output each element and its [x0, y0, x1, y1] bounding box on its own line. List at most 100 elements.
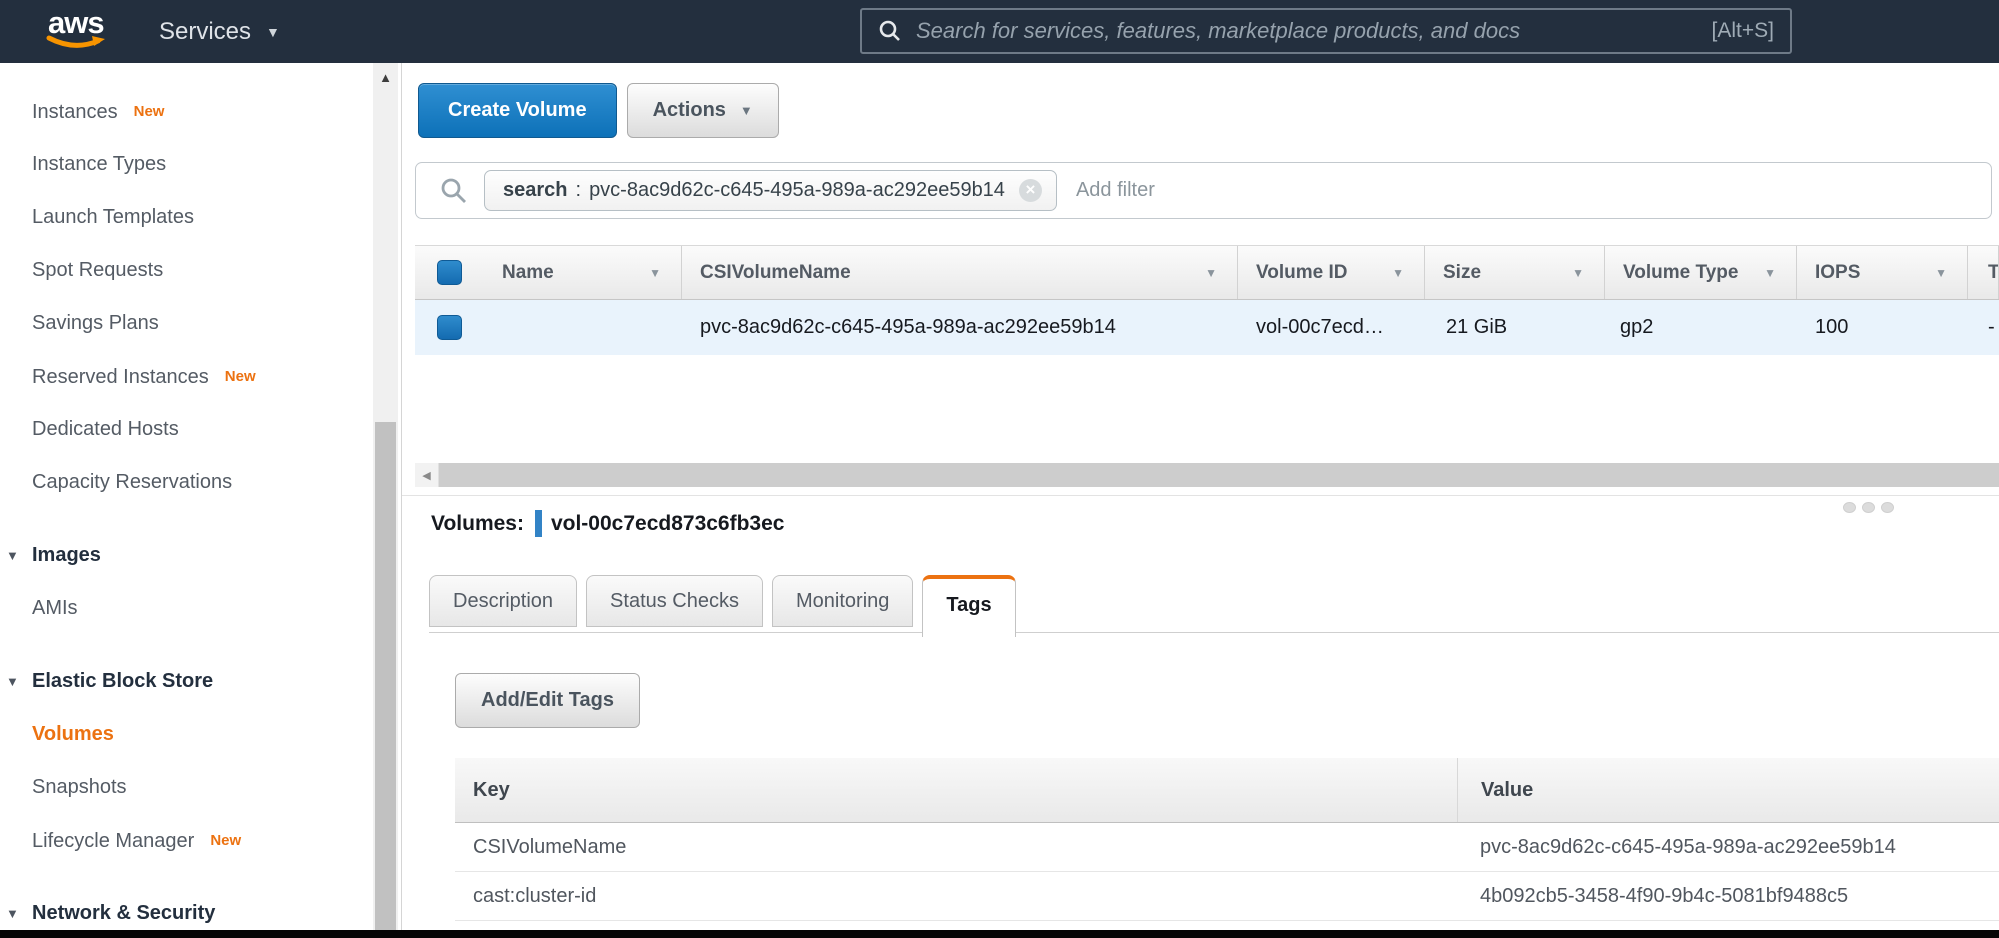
new-badge: New [134, 103, 165, 120]
tag-row: cast:cluster-id 4b092cb5-3458-4f90-9b4c-… [455, 872, 1999, 921]
detail-tab[interactable]: Status Checks [586, 575, 763, 627]
sidebar-item[interactable]: ▼ Savings Plans [0, 297, 401, 350]
sidebar-item[interactable]: ▼ Dedicated Hosts [0, 403, 401, 456]
sidebar-item[interactable]: ▼ Capacity Reservations [0, 456, 401, 509]
add-filter-button[interactable]: Add filter [1076, 179, 1155, 202]
column-header[interactable]: T ▼ [1968, 246, 1999, 299]
sort-arrow-icon[interactable]: ▼ [1572, 266, 1584, 280]
create-volume-label: Create Volume [448, 99, 587, 122]
services-menu[interactable]: Services ▼ [159, 0, 280, 63]
volumes-table: Name ▼ CSIVolumeName ▼ Volume ID ▼ [415, 245, 1999, 355]
sidebar-item-label: Volumes [32, 723, 114, 745]
section-caret-down-icon: ▼ [6, 529, 19, 582]
filter-tag-name: search [503, 179, 568, 202]
sidebar-item-label: AMIs [32, 597, 78, 619]
cell-volume-id: vol-00c7ecd… [1238, 300, 1425, 355]
sidebar-scrollbar-thumb[interactable] [375, 422, 396, 930]
create-volume-button[interactable]: Create Volume [418, 83, 617, 138]
sidebar-scrollbar[interactable]: ▲ [373, 63, 398, 930]
scroll-left-button[interactable]: ◀ [415, 463, 439, 487]
horizontal-scrollbar-thumb[interactable] [439, 463, 1999, 487]
sidebar-item[interactable]: ▼ Reserved InstancesNew [0, 350, 401, 403]
pane-resize-handle[interactable] [1837, 502, 1894, 513]
row-checkbox[interactable] [437, 315, 462, 340]
sort-arrow-icon[interactable]: ▼ [1935, 266, 1947, 280]
sort-arrow-icon[interactable]: ▼ [649, 266, 661, 280]
scroll-up-button[interactable]: ▲ [373, 65, 398, 91]
detail-title-label: Volumes: [431, 512, 524, 536]
volumes-table-header: Name ▼ CSIVolumeName ▼ Volume ID ▼ [415, 245, 1999, 300]
aws-logo-text: aws [48, 8, 108, 38]
filter-tag-separator: : [576, 179, 582, 202]
column-header[interactable]: CSIVolumeName ▼ [682, 246, 1238, 299]
search-filter-tag[interactable]: search : pvc-8ac9d62c-c645-495a-989a-ac2… [484, 170, 1057, 211]
aws-logo[interactable]: aws [48, 8, 108, 54]
detail-pane-header: Volumes: vol-00c7ecd873c6fb3ec [431, 510, 784, 537]
sidebar-item[interactable]: ▼ AMIs [0, 582, 401, 635]
filter-bar[interactable]: search : pvc-8ac9d62c-c645-495a-989a-ac2… [415, 162, 1992, 219]
tags-table-header: Key Value [455, 758, 1999, 823]
detail-tab[interactable]: Monitoring [772, 575, 913, 627]
sort-arrow-icon[interactable]: ▼ [1764, 266, 1776, 280]
sidebar-item-label: Instance Types [32, 153, 166, 175]
actions-button[interactable]: Actions ▼ [627, 83, 779, 138]
add-edit-tags-button[interactable]: Add/Edit Tags [455, 673, 640, 728]
ec2-console-page: aws Services ▼ Search for services, feat… [0, 0, 1999, 938]
aws-smile-icon [46, 35, 108, 53]
filter-tag-value: pvc-8ac9d62c-c645-495a-989a-ac292ee59b14 [589, 179, 1005, 202]
sidebar-item[interactable]: ▼ Lifecycle ManagerNew [0, 814, 401, 867]
sidebar-item[interactable]: ▼ Snapshots [0, 761, 401, 814]
new-badge: New [225, 368, 256, 385]
tag-row: CSIVolumeName pvc-8ac9d62c-c645-495a-989… [455, 823, 1999, 872]
search-keyboard-shortcut: [Alt+S] [1712, 19, 1774, 43]
add-edit-tags-label: Add/Edit Tags [481, 689, 614, 712]
sidebar-item[interactable]: ▼ InstancesNew [0, 85, 401, 138]
column-header[interactable]: Volume ID ▼ [1238, 246, 1425, 299]
column-header[interactable]: Volume Type ▼ [1605, 246, 1797, 299]
pane-divider [402, 495, 1999, 496]
column-header[interactable]: IOPS ▼ [1797, 246, 1968, 299]
selection-marker [535, 510, 542, 537]
column-header[interactable]: Name ▼ [484, 246, 682, 299]
column-header-label: Volume ID [1256, 262, 1348, 284]
column-header-label: Name [502, 262, 554, 284]
tab-label: Monitoring [796, 590, 889, 612]
sidebar-item[interactable]: ▼ Instance Types [0, 138, 401, 191]
new-badge: New [210, 832, 241, 849]
sidebar-item[interactable]: ▼ Spot Requests [0, 244, 401, 297]
cell-size: 21 GiB [1425, 300, 1605, 355]
volume-table-row[interactable]: pvc-8ac9d62c-c645-495a-989a-ac292ee59b14… [415, 300, 1999, 355]
sidebar-item[interactable]: ▼ Launch Templates [0, 191, 401, 244]
sidebar-item[interactable]: ▼ Volumes [0, 708, 401, 761]
sidebar-item-label: Spot Requests [32, 259, 163, 281]
sidebar-item[interactable]: ▼ Images [0, 529, 401, 582]
select-all-cell [415, 246, 484, 299]
sidebar-item-label: Savings Plans [32, 312, 159, 334]
detail-tab[interactable]: Description [429, 575, 577, 627]
search-placeholder-text: Search for services, features, marketpla… [916, 18, 1520, 44]
detail-tab[interactable]: Tags [922, 575, 1015, 637]
sidebar-item[interactable]: ▼ Elastic Block Store [0, 655, 401, 708]
column-header[interactable]: Size ▼ [1425, 246, 1605, 299]
global-search-input[interactable]: Search for services, features, marketpla… [860, 8, 1792, 54]
horizontal-scrollbar[interactable]: ◀ [415, 463, 1999, 487]
sidebar-nav-list: ▼ InstancesNew ▼ Instance Types ▼ Launch… [0, 63, 401, 930]
select-all-checkbox[interactable] [437, 260, 462, 285]
remove-filter-icon[interactable]: × [1019, 179, 1042, 202]
sidebar-item-label: Snapshots [32, 776, 127, 798]
column-header-label: T [1988, 262, 1999, 284]
tags-table-body: CSIVolumeName pvc-8ac9d62c-c645-495a-989… [455, 823, 1999, 921]
ec2-sidebar: ▼ InstancesNew ▼ Instance Types ▼ Launch… [0, 63, 402, 930]
screenshot-bottom-border [0, 930, 1999, 938]
sort-arrow-icon[interactable]: ▼ [1392, 266, 1404, 280]
toolbar: Create Volume Actions ▼ [418, 83, 779, 138]
tag-value-cell: 4b092cb5-3458-4f90-9b4c-5081bf9488c5 [1457, 872, 1999, 920]
sidebar-item-label: Launch Templates [32, 206, 194, 228]
section-caret-down-icon: ▼ [6, 887, 19, 930]
sidebar-item[interactable]: ▼ Network & Security [0, 887, 401, 930]
sort-arrow-icon[interactable]: ▼ [1205, 266, 1217, 280]
tags-table: Key Value CSIVolumeName pvc-8ac9d62c-c64… [455, 758, 1999, 921]
resize-dot [1881, 502, 1894, 513]
sidebar-item-label: Capacity Reservations [32, 471, 232, 493]
tags-value-header: Value [1457, 758, 1999, 822]
